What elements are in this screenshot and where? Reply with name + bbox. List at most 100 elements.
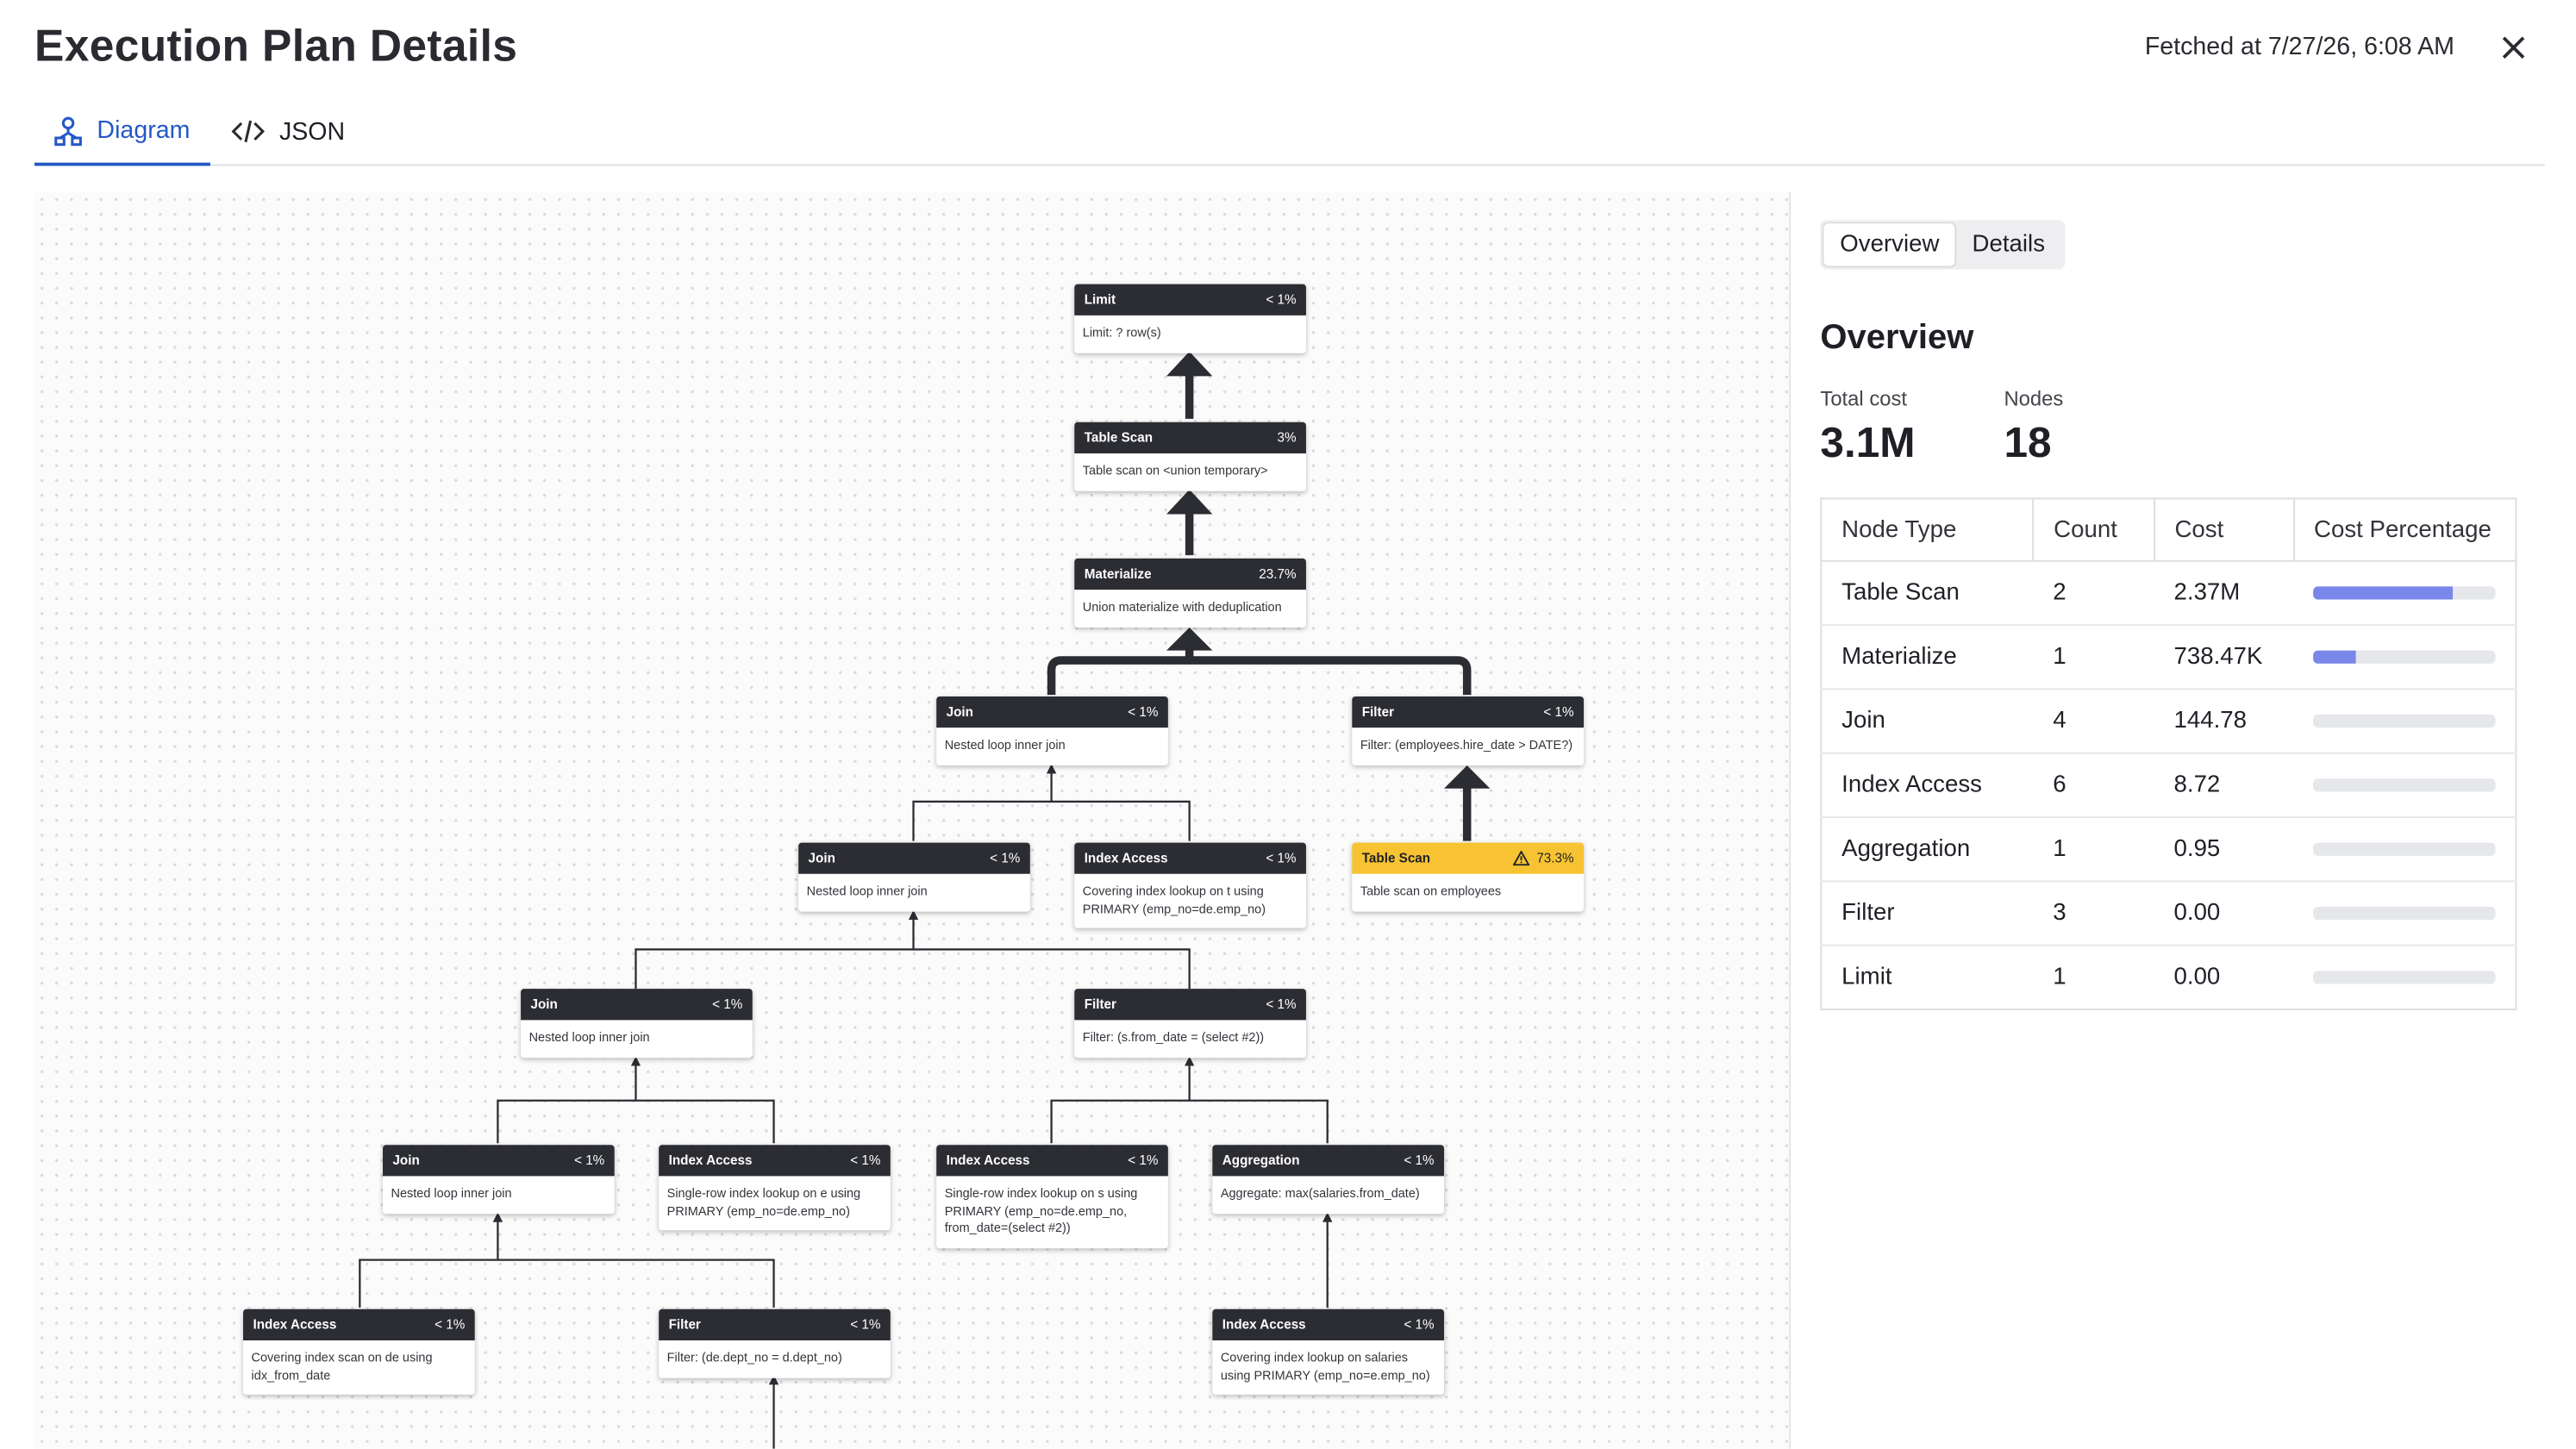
plan-node-materialize[interactable]: Materialize 23.7% Union materialize with … bbox=[1074, 558, 1306, 627]
node-cost-pct: < 1% bbox=[1266, 996, 1297, 1012]
view-tabs: Diagram JSON bbox=[34, 98, 2545, 166]
toggle-details[interactable]: Details bbox=[1955, 223, 2061, 266]
plan-diagram-canvas[interactable] bbox=[34, 191, 1790, 1449]
toggle-overview[interactable]: Overview bbox=[1823, 223, 1956, 266]
cell-type: Filter bbox=[1821, 881, 2034, 946]
node-description: Limit: ? row(s) bbox=[1082, 325, 1161, 340]
tab-json[interactable]: JSON bbox=[231, 98, 345, 164]
cost-percentage-bar bbox=[2313, 650, 2496, 664]
col-count: Count bbox=[2032, 498, 2154, 562]
node-description: Covering index lookup on salaries using … bbox=[1220, 1350, 1430, 1383]
cost-percentage-bar bbox=[2313, 906, 2496, 921]
table-row: Filter 3 0.00 bbox=[1821, 881, 2517, 946]
cell-cost: 8.72 bbox=[2154, 753, 2294, 818]
cell-type: Materialize bbox=[1821, 625, 2034, 690]
col-node-type: Node Type bbox=[1821, 498, 2034, 562]
plan-node-join[interactable]: Join < 1% Nested loop inner join bbox=[798, 842, 1030, 911]
node-title: Join bbox=[392, 1152, 420, 1168]
node-cost-pct: < 1% bbox=[850, 1152, 881, 1168]
tab-diagram[interactable]: Diagram bbox=[34, 98, 210, 166]
plan-node-join[interactable]: Join < 1% Nested loop inner join bbox=[936, 696, 1168, 765]
node-cost-pct: 73.3% bbox=[1536, 851, 1574, 866]
node-description: Single-row index lookup on e using PRIMA… bbox=[666, 1185, 861, 1219]
node-cost-pct: < 1% bbox=[1404, 1152, 1435, 1168]
cell-type: Table Scan bbox=[1821, 560, 2034, 627]
node-title: Join bbox=[530, 996, 558, 1012]
cell-cost: 2.37M bbox=[2154, 560, 2294, 627]
table-row: Materialize 1 738.47K bbox=[1821, 625, 2517, 690]
node-title: Table Scan bbox=[1084, 430, 1154, 446]
col-cost: Cost bbox=[2153, 498, 2294, 562]
node-description: Filter: (de.dept_no = d.dept_no) bbox=[666, 1350, 842, 1365]
node-description: Union materialize with deduplication bbox=[1082, 599, 1282, 615]
plan-node-join[interactable]: Join < 1% Nested loop inner join bbox=[383, 1145, 615, 1214]
node-description: Nested loop inner join bbox=[806, 884, 928, 899]
cell-cost-percentage bbox=[2293, 560, 2517, 627]
node-cost-pct: 23.7% bbox=[1259, 566, 1297, 582]
node-description: Nested loop inner join bbox=[391, 1185, 512, 1201]
code-icon bbox=[231, 120, 265, 143]
plan-node-index-access[interactable]: Index Access < 1% Covering index lookup o… bbox=[1074, 842, 1306, 928]
node-title: Filter bbox=[1361, 704, 1395, 720]
cell-cost-percentage bbox=[2293, 946, 2516, 1009]
warning-icon bbox=[1513, 851, 1530, 866]
cost-percentage-fill bbox=[2313, 650, 2357, 664]
plan-node-filter[interactable]: Filter < 1% Filter: (de.dept_no = d.dept_… bbox=[659, 1308, 891, 1377]
plan-node-filter[interactable]: Filter < 1% Filter: (employees.hire_date … bbox=[1352, 696, 1584, 765]
plan-node-limit[interactable]: Limit < 1% Limit: ? row(s) bbox=[1074, 284, 1306, 353]
plan-node-index-access[interactable]: Index Access < 1% Single-row index lookup… bbox=[659, 1145, 891, 1231]
plan-node-table-scan-warning[interactable]: Table Scan 73.3% Table scan on employees bbox=[1352, 842, 1584, 911]
cell-cost: 0.00 bbox=[2173, 964, 2221, 991]
cost-percentage-bar bbox=[2313, 586, 2496, 600]
plan-node-table-scan[interactable]: Table Scan 3% Table scan on <union tempor… bbox=[1074, 422, 1306, 490]
nodes-value: 18 bbox=[2004, 417, 2052, 467]
node-description: Nested loop inner join bbox=[944, 737, 1066, 753]
node-description: Aggregate: max(salaries.from_date) bbox=[1220, 1185, 1420, 1201]
cell-count: 3 bbox=[2033, 881, 2154, 946]
total-cost-value: 3.1M bbox=[1820, 417, 1916, 467]
cell-count: 1 bbox=[2053, 964, 2066, 991]
plan-node-index-access[interactable]: Index Access < 1% Single-row index lookup… bbox=[936, 1145, 1168, 1248]
plan-node-join[interactable]: Join < 1% Nested loop inner join bbox=[521, 989, 753, 1058]
node-title: Index Access bbox=[1222, 1317, 1306, 1333]
node-title: Materialize bbox=[1084, 566, 1152, 582]
table-row: Index Access 6 8.72 bbox=[1821, 753, 2517, 818]
cell-type: Aggregation bbox=[1821, 817, 2034, 883]
node-cost-pct: < 1% bbox=[712, 996, 743, 1012]
cell-count: 1 bbox=[2033, 625, 2154, 690]
col-cost-percentage: Cost Percentage bbox=[2292, 498, 2517, 562]
node-description: Table scan on <union temporary> bbox=[1082, 463, 1268, 478]
table-row: Limit 1 0.00 bbox=[1821, 946, 2516, 1009]
cell-cost: 0.00 bbox=[2154, 881, 2294, 946]
plan-node-index-access[interactable]: Index Access < 1% Covering index scan on … bbox=[243, 1308, 475, 1395]
cell-cost-percentage bbox=[2293, 625, 2517, 690]
plan-node-filter[interactable]: Filter < 1% Filter: (s.from_date = (selec… bbox=[1074, 989, 1306, 1058]
page-title: Execution Plan Details bbox=[34, 21, 518, 71]
node-cost-pct: < 1% bbox=[574, 1152, 605, 1168]
node-cost-pct: < 1% bbox=[1128, 704, 1159, 720]
plan-node-aggregation[interactable]: Aggregation < 1% Aggregate: max(salaries.… bbox=[1212, 1145, 1445, 1214]
total-cost-stat: Total cost 3.1M bbox=[1820, 388, 1915, 468]
node-cost-pct: < 1% bbox=[850, 1317, 881, 1333]
nodes-label: Nodes bbox=[2004, 387, 2064, 411]
node-description: Filter: (s.from_date = (select #2)) bbox=[1082, 1029, 1265, 1045]
table-row: Aggregation 1 0.95 bbox=[1821, 817, 2517, 883]
node-cost-pct: < 1% bbox=[990, 851, 1021, 866]
node-title: Filter bbox=[668, 1317, 701, 1333]
cost-percentage-bar bbox=[2313, 971, 2496, 984]
node-cost-pct: < 1% bbox=[435, 1317, 466, 1333]
node-cost-pct: 3% bbox=[1277, 430, 1297, 446]
close-icon[interactable] bbox=[2496, 29, 2532, 66]
cell-count: 4 bbox=[2033, 689, 2154, 754]
node-cost-pct: < 1% bbox=[1266, 292, 1297, 308]
node-title: Join bbox=[946, 704, 973, 720]
cell-type: Join bbox=[1821, 689, 2034, 754]
cell-count: 1 bbox=[2033, 817, 2154, 883]
node-title: Index Access bbox=[1084, 851, 1168, 866]
diagram-icon bbox=[54, 116, 82, 146]
cost-percentage-bar bbox=[2313, 778, 2496, 792]
total-cost-label: Total cost bbox=[1820, 387, 1908, 411]
cost-percentage-bar bbox=[2313, 842, 2496, 856]
plan-node-index-access[interactable]: Index Access < 1% Covering index lookup o… bbox=[1212, 1308, 1445, 1395]
panel-toggle: Overview Details bbox=[1820, 220, 2065, 270]
